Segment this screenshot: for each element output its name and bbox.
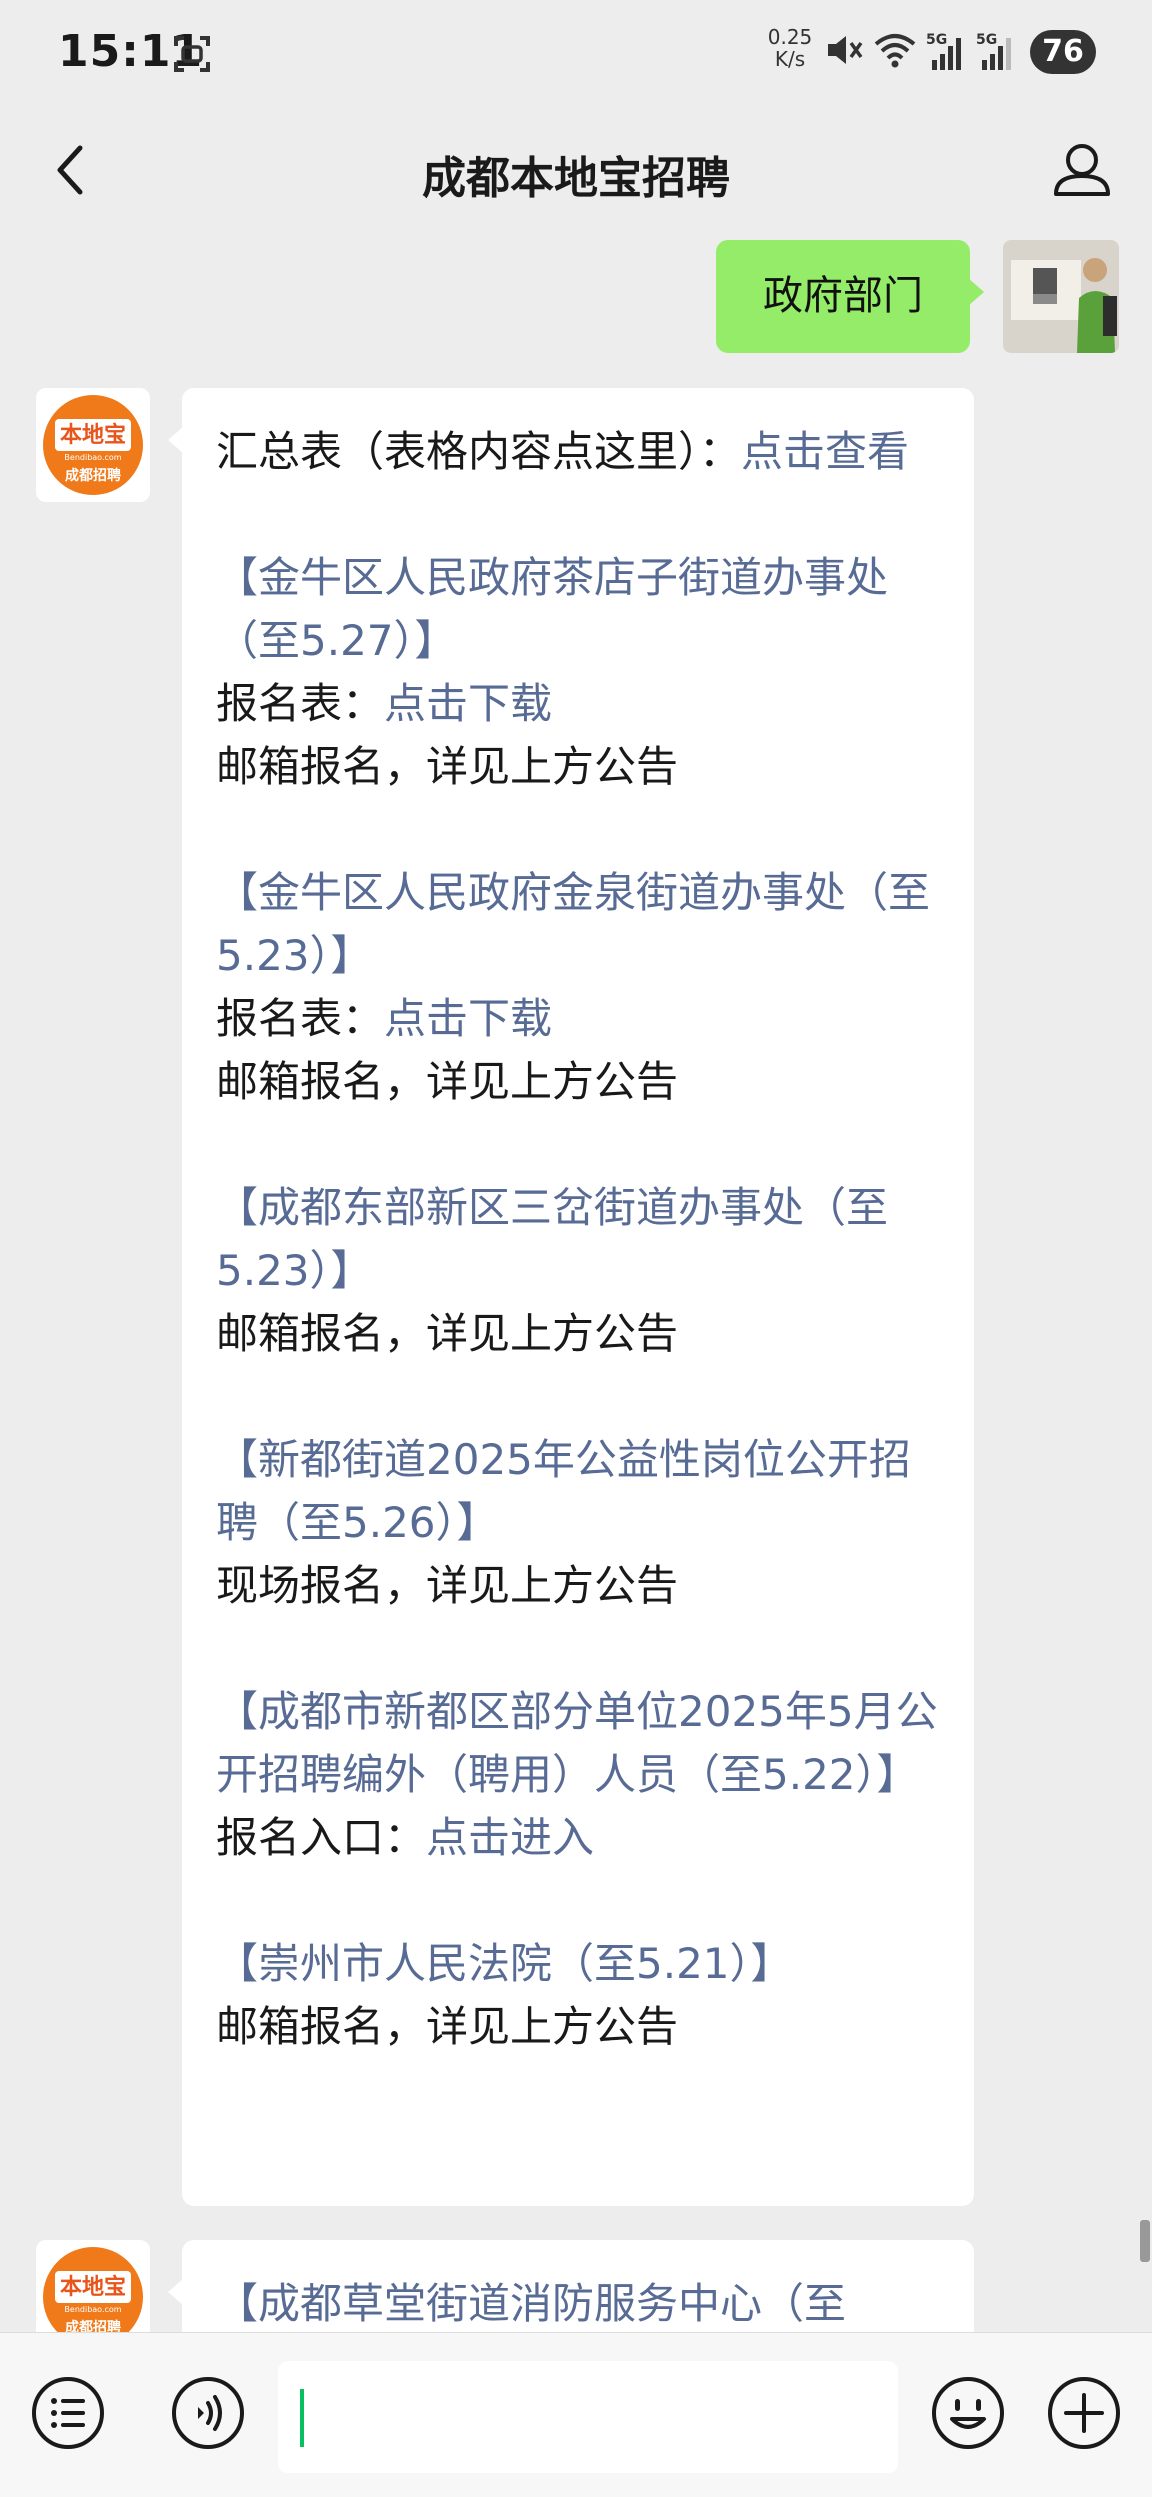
entry-note: 邮箱报名，详见上方公告 — [216, 1309, 679, 1358]
summary-link[interactable]: 点击查看 — [741, 427, 909, 476]
text-cursor — [300, 2389, 304, 2447]
summary-line: 汇总表（表格内容点这里）：点击查看 — [216, 420, 940, 483]
entry-form-line: 报名表：点击下载 — [216, 672, 940, 735]
entry-form-line: 报名入口：点击进入 — [216, 1806, 940, 1869]
entry-title[interactable]: 【崇州市人民法院（至5.21）】 — [216, 1932, 940, 1995]
wifi-icon — [874, 34, 916, 68]
mute-icon — [828, 36, 863, 64]
chat-title: 成都本地宝招聘 — [422, 153, 730, 204]
svg-text:5G: 5G — [976, 32, 997, 48]
bendibao-logo: 本地宝 Bendibao.com 成都招聘 — [43, 395, 143, 495]
download-link[interactable]: 点击下载 — [384, 994, 552, 1043]
entry-form-line: 报名表：点击下载 — [216, 987, 940, 1050]
entry-note: 邮箱报名，详见上方公告 — [216, 742, 679, 791]
form-label: 报名入口： — [216, 1813, 427, 1862]
entry-title[interactable]: 【金牛区人民政府茶店子街道办事处（至5.27）】 — [216, 546, 940, 672]
incoming-message-bubble: 汇总表（表格内容点这里）：点击查看 【金牛区人民政府茶店子街道办事处（至5.27… — [168, 388, 974, 2206]
entry-note: 现场报名，详见上方公告 — [216, 1561, 679, 1610]
avatar[interactable]: 本地宝 Bendibao.com 成都招聘 — [36, 388, 150, 502]
form-label: 报名表： — [216, 994, 385, 1043]
signal-icon: 5G — [926, 32, 961, 70]
signal-icon: 5G — [976, 32, 1011, 70]
entry-title[interactable]: 【成都东部新区三岔街道办事处（至5.23）】 — [216, 1176, 940, 1302]
entry-link[interactable]: 点击进入 — [426, 1813, 594, 1862]
user-avatar-photo — [1003, 240, 1119, 353]
entry-title[interactable]: 【成都草堂街道消防服务中心（至 — [216, 2272, 940, 2335]
entry-title[interactable]: 【成都市新都区部分单位2025年5月公开招聘编外（聘用）人员（至5.22）】 — [216, 1680, 940, 1806]
entry-note: 邮箱报名，详见上方公告 — [216, 2002, 679, 2051]
message-input[interactable] — [278, 2361, 898, 2473]
entry-note: 邮箱报名，详见上方公告 — [216, 1057, 679, 1106]
screenshot-icon — [174, 36, 210, 72]
nav-bar: 成都本地宝招聘 — [0, 110, 1152, 232]
outgoing-message-bubble[interactable]: 政府部门 — [716, 240, 984, 353]
net-speed: 0.25 K/s — [762, 26, 818, 70]
logo-label: 成都招聘 — [65, 468, 121, 484]
chat-input-bar — [0, 2332, 1152, 2497]
plus-icon[interactable] — [1044, 2373, 1124, 2453]
net-speed-unit: K/s — [774, 47, 806, 71]
entry-title[interactable]: 【新都街道2025年公益性岗位公开招聘（至5.26）】 — [216, 1428, 940, 1554]
logo-domain: Bendibao.com — [64, 453, 122, 462]
svg-text:5G: 5G — [926, 32, 947, 48]
avatar[interactable] — [1003, 240, 1119, 353]
summary-label: 汇总表（表格内容点这里）： — [216, 427, 742, 476]
emoji-icon[interactable] — [928, 2373, 1008, 2453]
user-icon[interactable] — [1042, 130, 1122, 210]
logo-text: 本地宝 — [55, 419, 131, 451]
menu-icon[interactable] — [28, 2373, 108, 2453]
logo-domain: Bendibao.com — [64, 2305, 122, 2314]
status-bar: 15:11 0.25 K/s 5G 5G 76 — [0, 0, 1152, 110]
entry-title[interactable]: 【金牛区人民政府金泉街道办事处（至5.23）】 — [216, 861, 940, 987]
download-link[interactable]: 点击下载 — [384, 679, 552, 728]
form-label: 报名表： — [216, 679, 385, 728]
voice-icon[interactable] — [168, 2373, 248, 2453]
net-speed-value: 0.25 — [767, 25, 813, 49]
scrollbar[interactable] — [1140, 2220, 1150, 2262]
logo-text: 本地宝 — [55, 2271, 131, 2303]
battery-indicator: 76 — [1030, 30, 1096, 74]
